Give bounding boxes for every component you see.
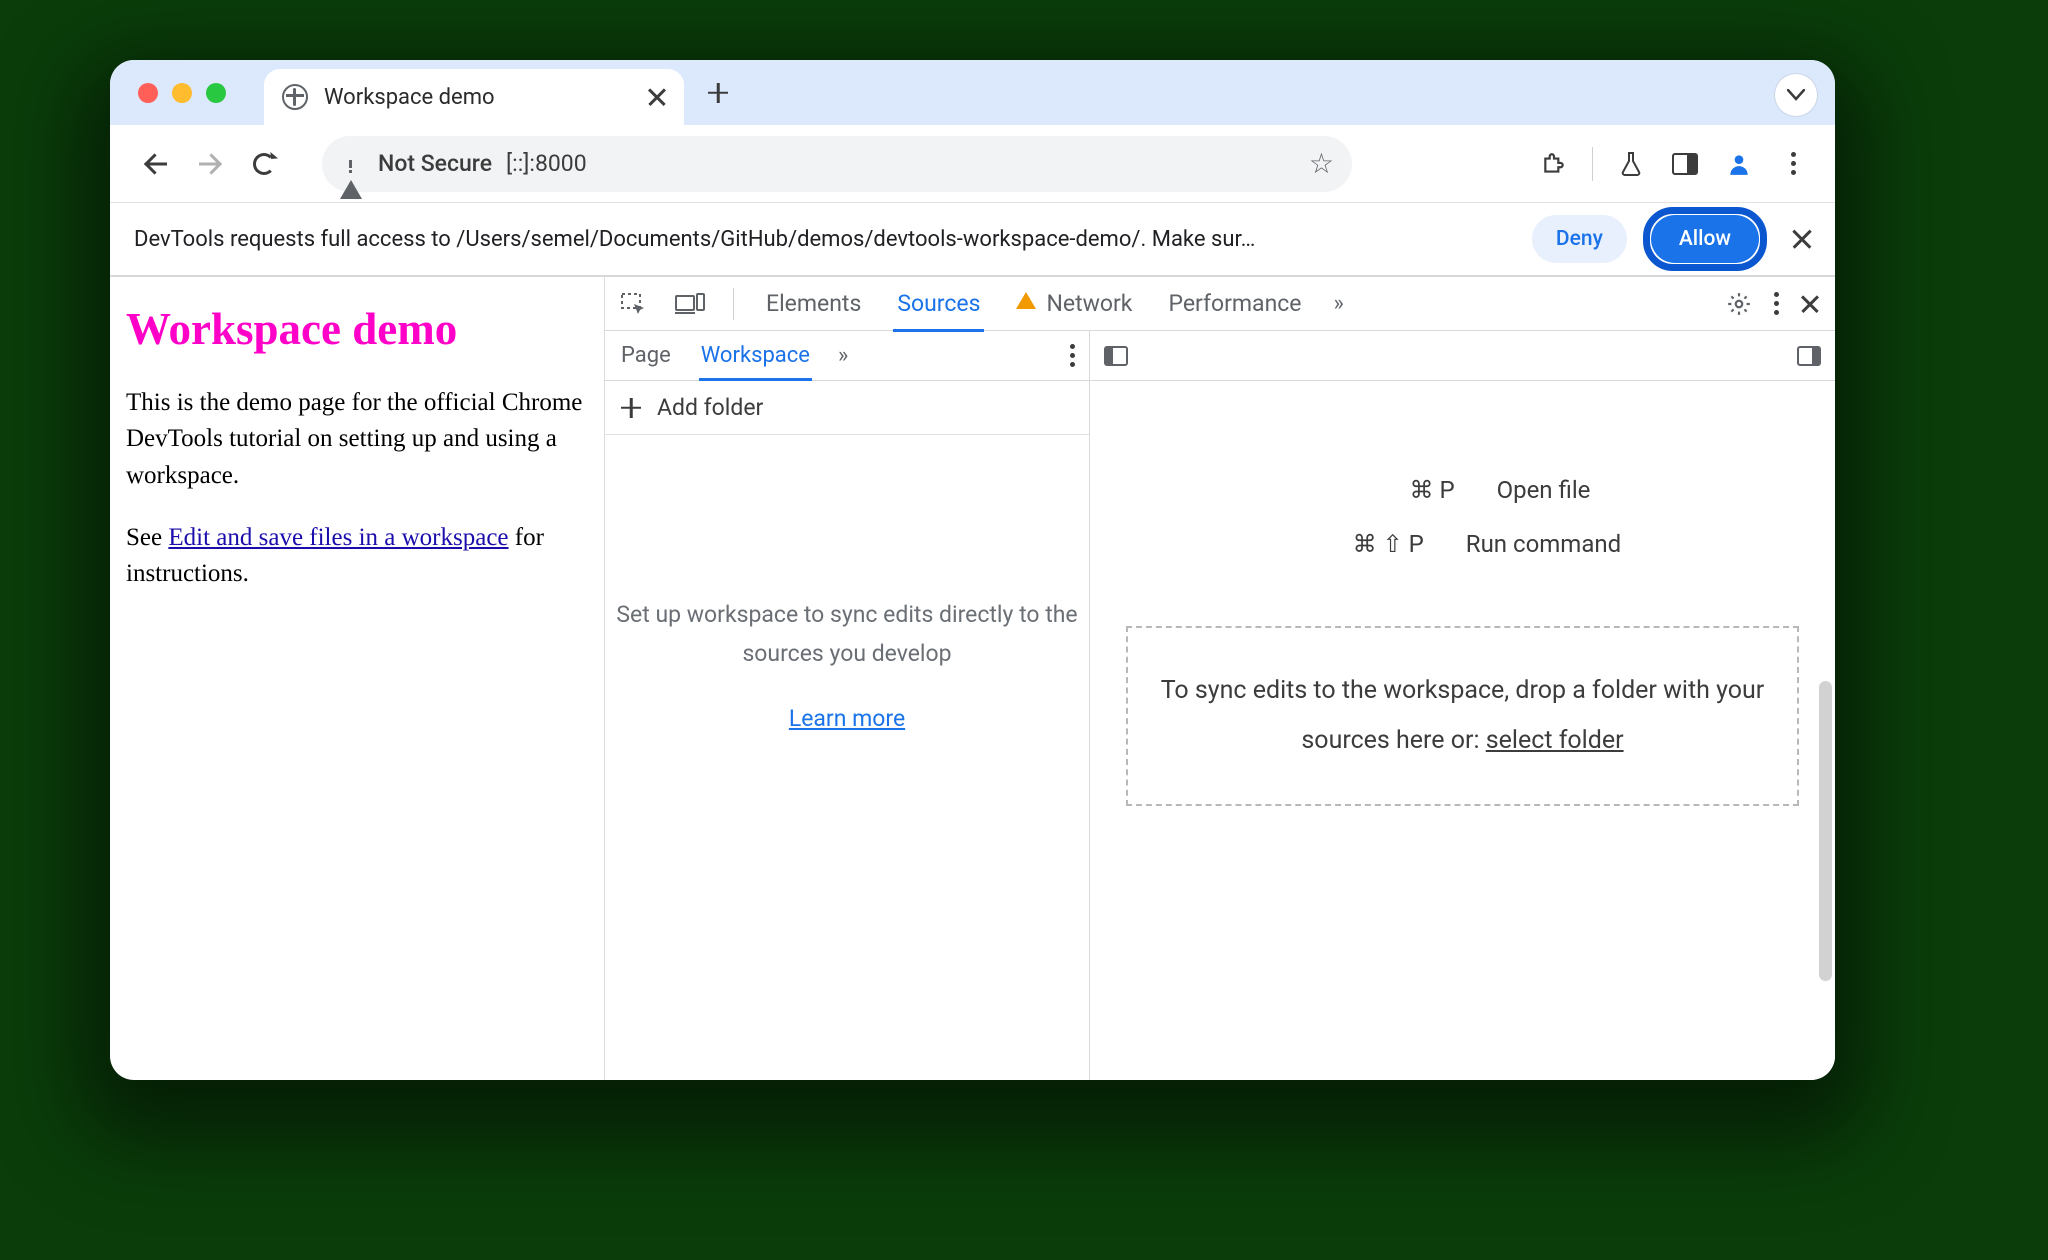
show-navigator-icon[interactable] <box>1104 346 1128 366</box>
close-devtools-icon[interactable] <box>1801 295 1819 313</box>
tab-sources[interactable]: Sources <box>893 278 984 332</box>
permission-infobar: DevTools requests full access to /Users/… <box>110 203 1835 277</box>
tab-performance[interactable]: Performance <box>1164 278 1305 329</box>
more-tabs-icon[interactable]: » <box>1334 291 1338 316</box>
more-subtabs-icon[interactable]: » <box>838 343 842 368</box>
run-command-label: Run command <box>1466 530 1621 558</box>
navigator-menu-icon[interactable] <box>1070 344 1075 367</box>
page-paragraph-1: This is the demo page for the official C… <box>126 385 588 494</box>
maximize-window-button[interactable] <box>206 83 226 103</box>
profile-button[interactable] <box>1717 142 1761 186</box>
tab-network[interactable]: Network <box>1012 278 1136 329</box>
window-controls <box>138 83 226 103</box>
back-button[interactable] <box>134 142 178 186</box>
navigator-tabs: Page Workspace » <box>605 331 1089 381</box>
device-icon[interactable] <box>675 293 705 315</box>
dropzone-text: To sync edits to the workspace, drop a f… <box>1161 676 1765 755</box>
close-tab-icon[interactable] <box>648 88 666 106</box>
devtools-panel: Elements Sources Network Performance » P… <box>605 277 1835 1080</box>
plus-icon <box>708 83 728 103</box>
puzzle-icon <box>1541 151 1567 177</box>
side-panel-button[interactable] <box>1663 142 1707 186</box>
extensions-button[interactable] <box>1532 142 1576 186</box>
address-bar[interactable]: Not Secure [::]:8000 ☆ <box>322 136 1352 192</box>
add-folder-button[interactable]: Add folder <box>605 381 1089 435</box>
new-tab-button[interactable] <box>698 73 738 113</box>
subtab-workspace[interactable]: Workspace <box>699 333 812 381</box>
chrome-menu-button[interactable] <box>1771 142 1815 186</box>
tab-elements[interactable]: Elements <box>762 278 865 329</box>
security-label: Not Secure <box>378 150 492 177</box>
devtools-menu-icon[interactable] <box>1774 292 1779 315</box>
toolbar: Not Secure [::]:8000 ☆ <box>110 125 1835 203</box>
subtab-page[interactable]: Page <box>619 333 673 378</box>
devtools-body: Page Workspace » Add folder Set up works… <box>605 331 1835 1080</box>
bookmark-star-icon[interactable]: ☆ <box>1309 147 1334 180</box>
workspace-tutorial-link[interactable]: Edit and save files in a workspace <box>168 524 508 551</box>
reload-icon <box>253 153 275 175</box>
sources-editor-pane: ⌘ P Open file ⌘ ⇧ P Run command To sync … <box>1090 331 1835 1080</box>
browser-tab[interactable]: Workspace demo <box>264 69 684 125</box>
allow-button[interactable]: Allow <box>1651 215 1759 263</box>
browser-window: Workspace demo Not Secure [::]:8000 ☆ <box>110 60 1835 1080</box>
run-command-key: ⌘ ⇧ P <box>1304 530 1424 558</box>
plus-icon <box>621 398 641 418</box>
page-heading: Workspace demo <box>126 303 588 355</box>
kebab-icon <box>1791 152 1796 175</box>
gear-icon[interactable] <box>1726 291 1752 317</box>
close-window-button[interactable] <box>138 83 158 103</box>
arrow-left-icon <box>145 153 167 175</box>
warning-icon <box>1016 292 1036 309</box>
flask-icon <box>1619 151 1643 177</box>
divider <box>1592 147 1593 181</box>
infobar-message: DevTools requests full access to /Users/… <box>134 227 1516 252</box>
tab-strip: Workspace demo <box>110 60 1835 125</box>
learn-more-link[interactable]: Learn more <box>789 705 905 732</box>
editor-toolbar <box>1090 331 1835 381</box>
devtools-tabstrip: Elements Sources Network Performance » <box>605 277 1835 331</box>
forward-button[interactable] <box>188 142 232 186</box>
globe-icon <box>282 84 308 110</box>
inspect-icon[interactable] <box>621 293 647 315</box>
deny-button[interactable]: Deny <box>1532 215 1627 263</box>
allow-highlight: Allow <box>1643 207 1767 271</box>
select-folder-link[interactable]: select folder <box>1486 726 1624 755</box>
reload-button[interactable] <box>242 142 286 186</box>
close-infobar-icon[interactable] <box>1793 230 1811 248</box>
open-file-key: ⌘ P <box>1335 476 1455 504</box>
show-debugger-icon[interactable] <box>1797 346 1821 366</box>
shortcuts: ⌘ P Open file ⌘ ⇧ P Run command <box>1090 381 1835 598</box>
page-paragraph-2: See Edit and save files in a workspace f… <box>126 520 588 593</box>
content-split: Workspace demo This is the demo page for… <box>110 277 1835 1080</box>
not-secure-icon <box>340 153 364 175</box>
page-content: Workspace demo This is the demo page for… <box>110 277 605 1080</box>
scrollbar[interactable] <box>1819 681 1832 981</box>
arrow-right-icon <box>199 153 221 175</box>
workspace-help-text: Set up workspace to sync edits directly … <box>605 595 1089 673</box>
tab-title: Workspace demo <box>324 85 632 110</box>
workspace-dropzone[interactable]: To sync edits to the workspace, drop a f… <box>1126 626 1799 806</box>
panel-icon <box>1672 153 1698 175</box>
workspace-help: Set up workspace to sync edits directly … <box>605 435 1089 1080</box>
tab-search-button[interactable] <box>1775 74 1817 116</box>
minimize-window-button[interactable] <box>172 83 192 103</box>
sources-navigator: Page Workspace » Add folder Set up works… <box>605 331 1090 1080</box>
open-file-label: Open file <box>1497 476 1591 504</box>
avatar-icon <box>1724 149 1754 179</box>
labs-button[interactable] <box>1609 142 1653 186</box>
url-text: [::]:8000 <box>506 150 587 177</box>
